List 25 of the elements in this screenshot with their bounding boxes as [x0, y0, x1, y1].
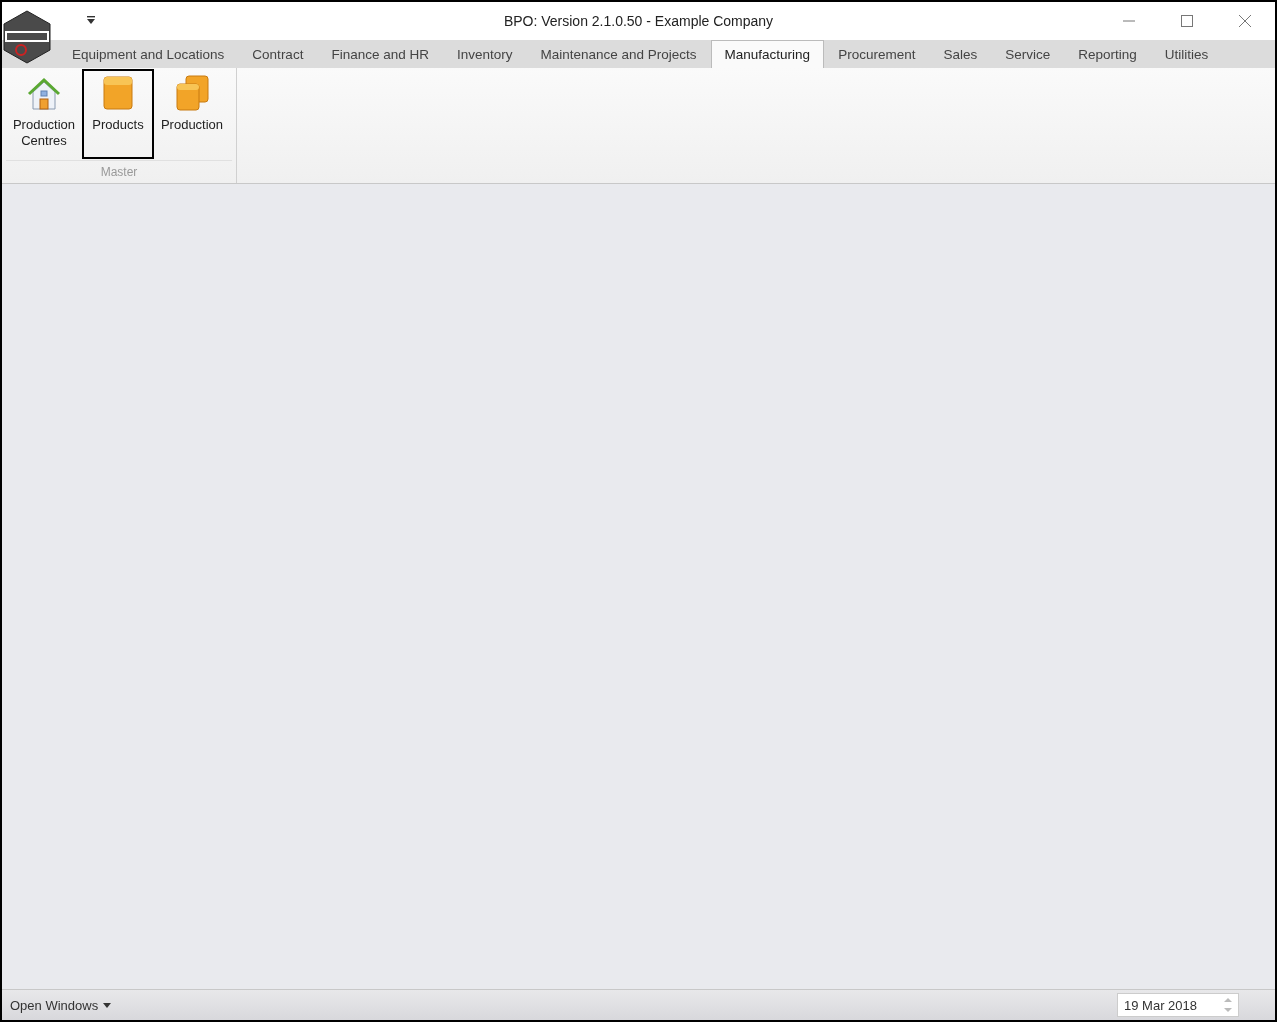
date-field[interactable]: 19 Mar 2018 [1117, 993, 1239, 1017]
close-icon[interactable] [1239, 15, 1251, 27]
ribbon-tab[interactable]: Manufacturing [710, 40, 825, 68]
ribbon-tab[interactable]: Finance and HR [317, 40, 443, 68]
ribbon-tab[interactable]: Sales [929, 40, 992, 68]
boxes-icon [174, 75, 210, 111]
ribbon-tab[interactable]: Reporting [1064, 40, 1151, 68]
ribbon-tab[interactable]: Maintenance and Projects [526, 40, 711, 68]
quick-access-caret-icon[interactable] [86, 16, 96, 24]
caret-icon [103, 1002, 112, 1008]
window-title: BPO: Version 2.1.0.50 - Example Company [503, 13, 774, 29]
ribbon-tab[interactable]: Procurement [824, 40, 930, 68]
group-label: Master [100, 165, 138, 179]
house-icon [26, 75, 62, 111]
ribbon-tab[interactable]: Inventory [442, 40, 527, 68]
ribbon-tab[interactable]: Service [991, 40, 1065, 68]
open-windows-menu[interactable]: Open Windows [6, 995, 116, 1015]
ribbon-button[interactable]: Production Centres [8, 69, 80, 159]
ribbon-button[interactable]: Products [82, 69, 154, 159]
ribbon-tab[interactable]: Equipment and Locations [58, 40, 239, 68]
ribbon-tab[interactable]: Contract [238, 40, 318, 68]
ribbon-tab[interactable]: Utilities [1150, 40, 1223, 68]
ribbon-button[interactable]: Production [156, 69, 228, 159]
box-icon [100, 75, 136, 111]
maximize-icon[interactable] [1181, 15, 1193, 27]
